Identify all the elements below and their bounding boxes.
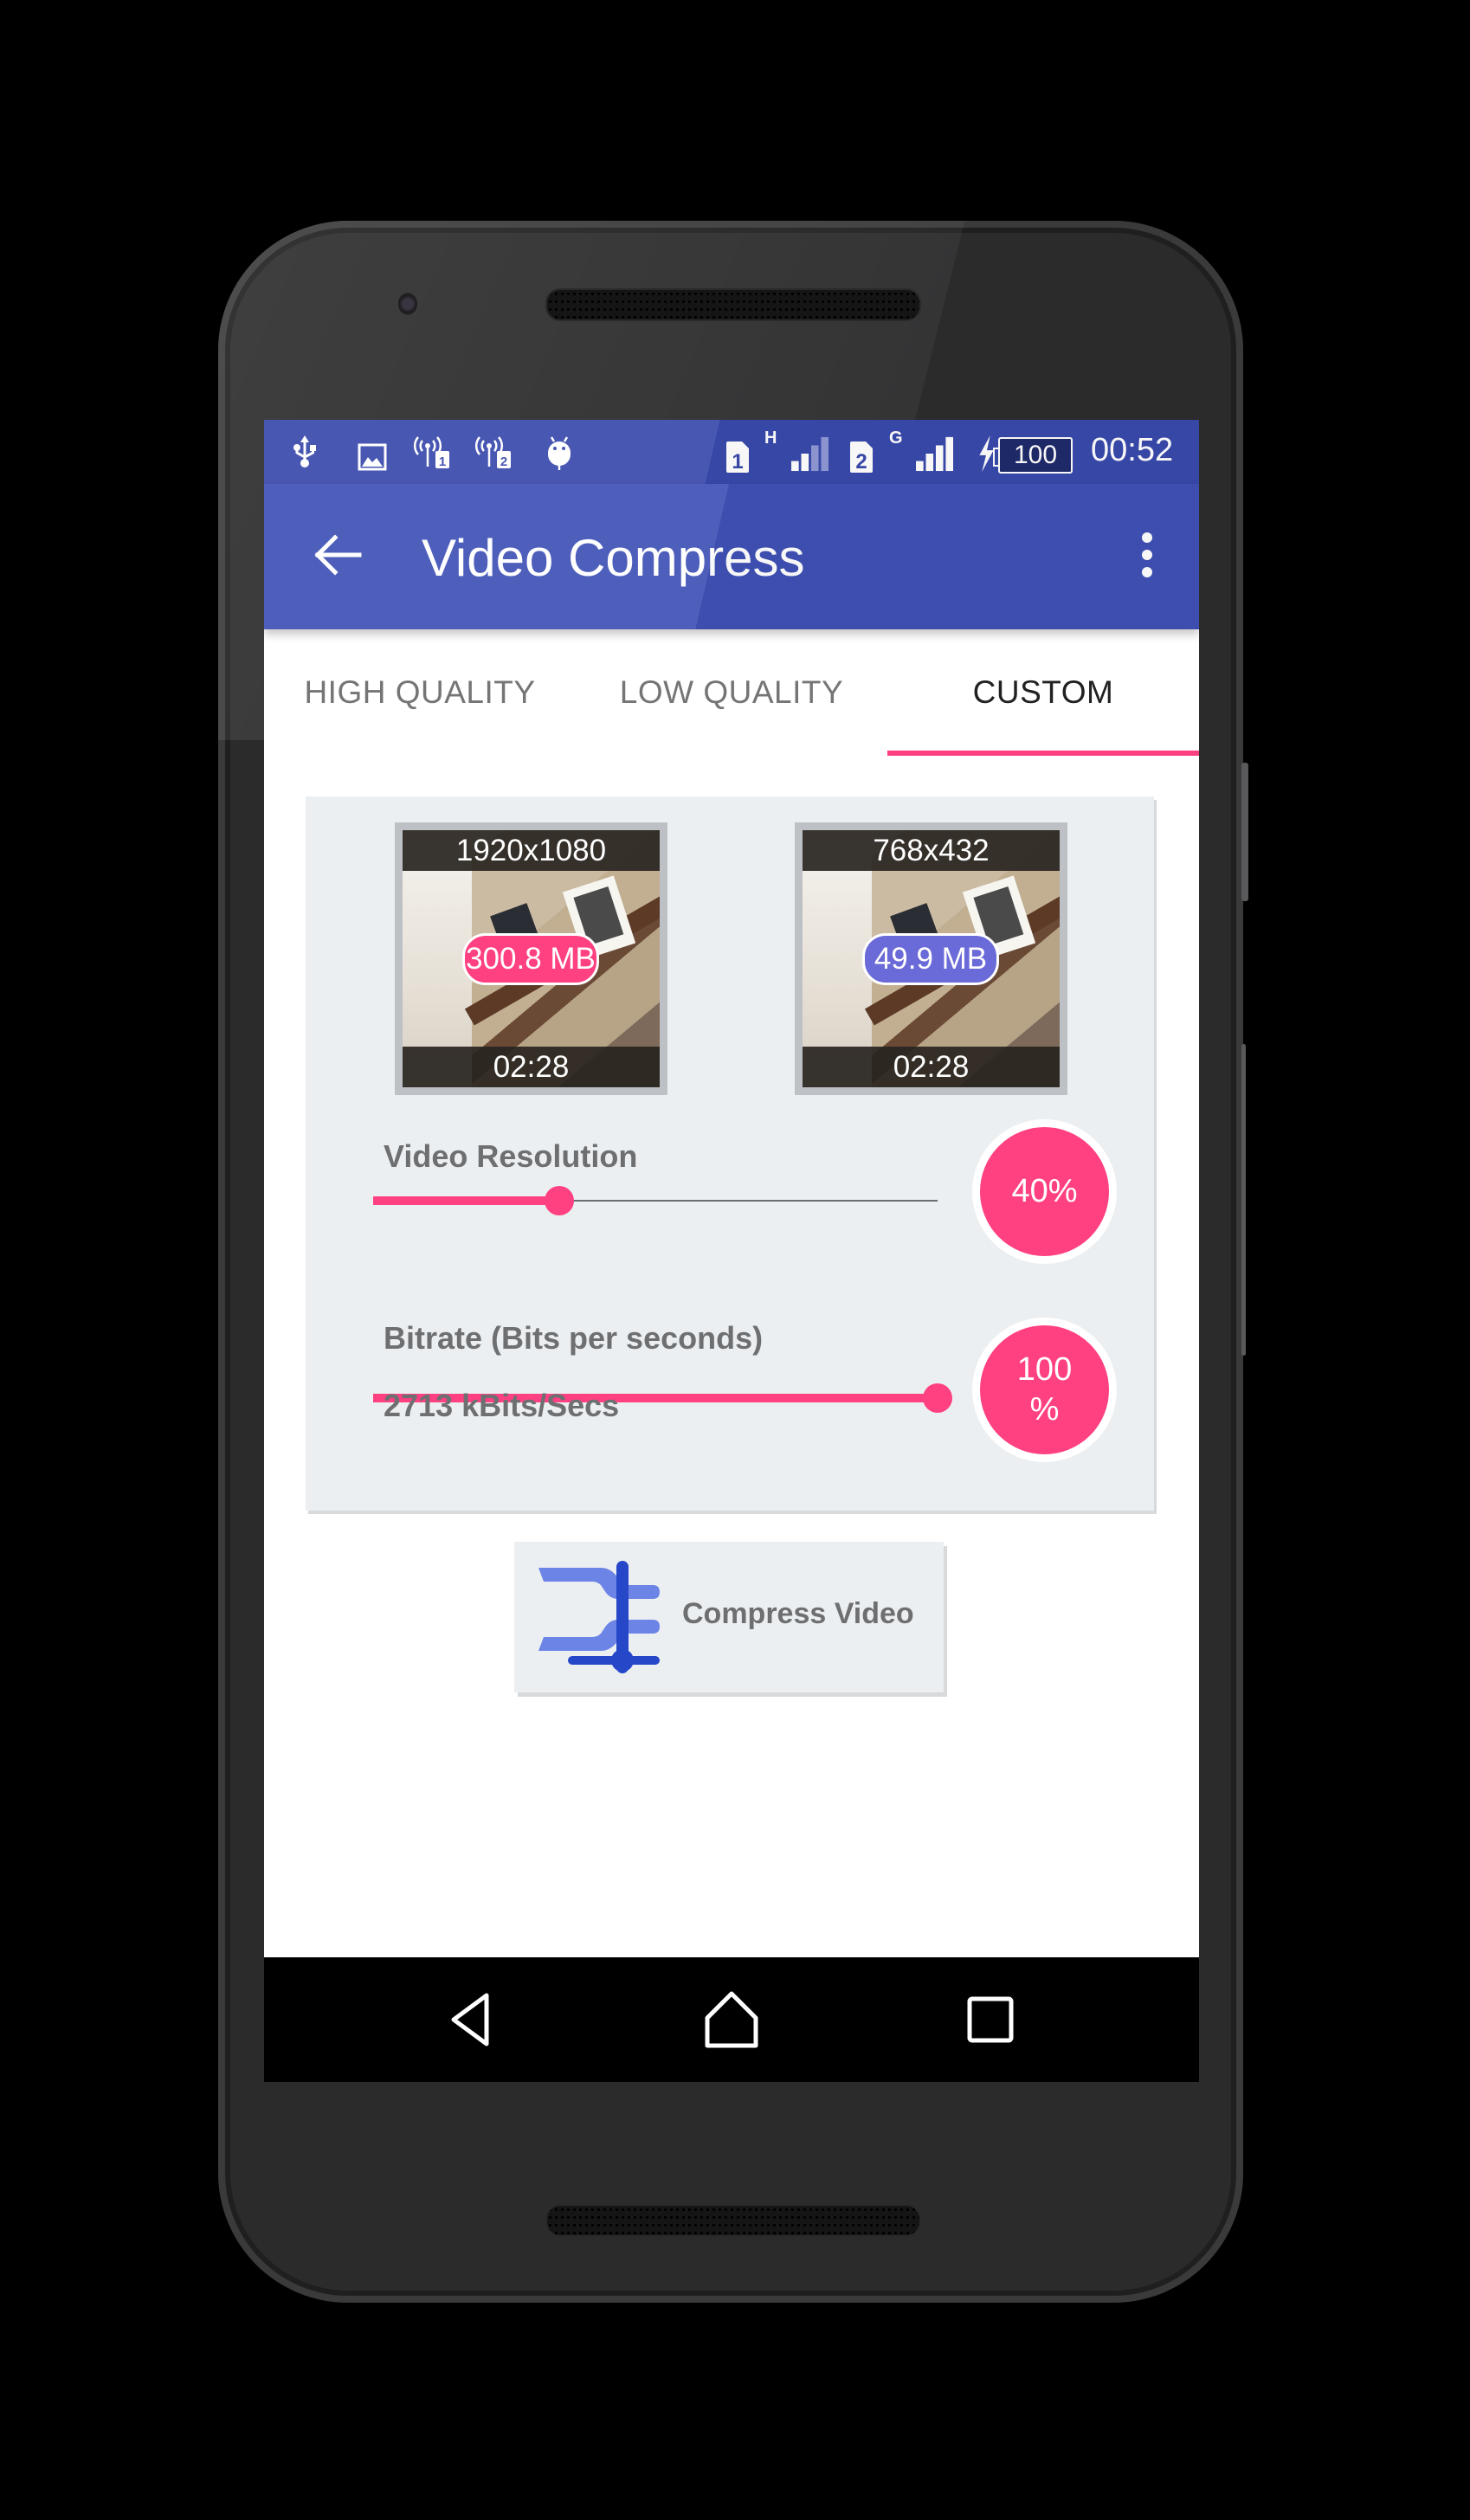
sim2-icon: 2 [850, 441, 873, 474]
bitrate-percent-number: 100 [1016, 1350, 1073, 1388]
page-title: Video Compress [422, 529, 805, 587]
compress-video-button[interactable]: Compress Video [514, 1542, 944, 1692]
app-toolbar: Video Compress [264, 484, 1199, 629]
original-video-thumbnail[interactable]: 1920x1080 300.8 MB 02:28 [395, 822, 667, 1095]
sim1-icon: 1 [726, 441, 749, 474]
original-resolution: 1920x1080 [403, 830, 660, 871]
hotspot-sim1-icon: 1 [414, 436, 449, 469]
back-nav-icon[interactable] [442, 1988, 504, 2051]
tab-custom[interactable]: CUSTOM [887, 629, 1199, 755]
compress-video-label: Compress Video [682, 1597, 914, 1630]
screen: 1 2 1 H 2 G 100 00:52 Video Compress HIG… [264, 420, 1199, 2082]
tab-low-quality[interactable]: LOW QUALITY [576, 629, 887, 755]
video-resolution-label: Video Resolution [384, 1138, 638, 1174]
svg-text:2: 2 [500, 454, 507, 469]
usb-icon [293, 435, 316, 467]
video-resolution-slider[interactable] [373, 1183, 938, 1218]
compress-clamp-icon [538, 1561, 660, 1673]
image-icon [358, 443, 387, 471]
output-size-badge: 49.9 MB [862, 933, 999, 985]
sim2-signal-icon [916, 436, 953, 472]
slider-thumb[interactable] [545, 1186, 575, 1215]
top-speaker-grille [545, 288, 921, 321]
video-resolution-percent: 40% [1011, 1172, 1078, 1209]
android-debug-icon [548, 436, 571, 470]
battery-indicator: 100 [993, 437, 1073, 474]
sim2-label: 2 [855, 450, 867, 474]
volume-rocker [1241, 1044, 1246, 1356]
back-arrow-icon[interactable] [307, 520, 377, 590]
home-nav-icon[interactable] [700, 1988, 763, 2051]
original-duration: 02:28 [403, 1047, 660, 1087]
bitrate-percent-badge: 100 % [972, 1318, 1117, 1462]
recents-nav-icon[interactable] [959, 1988, 1022, 2051]
bottom-speaker-grille [545, 2204, 921, 2237]
output-resolution: 768x432 [803, 830, 1060, 871]
quality-tabs: HIGH QUALITY LOW QUALITY CUSTOM [264, 629, 1199, 756]
bitrate-percent-unit: % [1029, 1390, 1060, 1428]
system-navigation-bar [264, 1957, 1199, 2082]
original-size-badge: 300.8 MB [462, 933, 599, 985]
svg-text:1: 1 [439, 454, 446, 469]
original-video-preview: 1920x1080 300.8 MB 02:28 [403, 830, 660, 1087]
bitrate-value: 2713 kBits/Secs [384, 1388, 620, 1423]
front-camera [398, 293, 417, 315]
sim1-network-type: H [764, 429, 777, 448]
tab-high-quality[interactable]: HIGH QUALITY [264, 629, 576, 755]
more-options-icon[interactable] [1130, 520, 1164, 590]
sim1-label: 1 [732, 450, 743, 474]
power-button [1241, 763, 1248, 901]
sim2-network-type: G [889, 429, 903, 448]
custom-settings-card: 1920x1080 300.8 MB 02:28 768x432 49.9 MB… [306, 796, 1154, 1511]
bitrate-label: Bitrate (Bits per seconds) [384, 1320, 764, 1356]
status-time: 00:52 [1091, 432, 1174, 468]
output-video-thumbnail[interactable]: 768x432 49.9 MB 02:28 [795, 822, 1067, 1095]
active-tab-indicator [887, 751, 1199, 756]
slider-thumb[interactable] [923, 1383, 952, 1413]
output-duration: 02:28 [803, 1047, 1060, 1087]
sim1-signal-icon [791, 436, 828, 472]
slider-fill [373, 1196, 560, 1205]
output-video-preview: 768x432 49.9 MB 02:28 [803, 830, 1060, 1087]
video-resolution-percent-badge: 40% [972, 1119, 1117, 1264]
hotspot-sim2-icon: 2 [475, 436, 511, 469]
battery-level: 100 [1013, 441, 1058, 469]
status-bar: 1 2 1 H 2 G 100 00:52 [264, 420, 1199, 484]
